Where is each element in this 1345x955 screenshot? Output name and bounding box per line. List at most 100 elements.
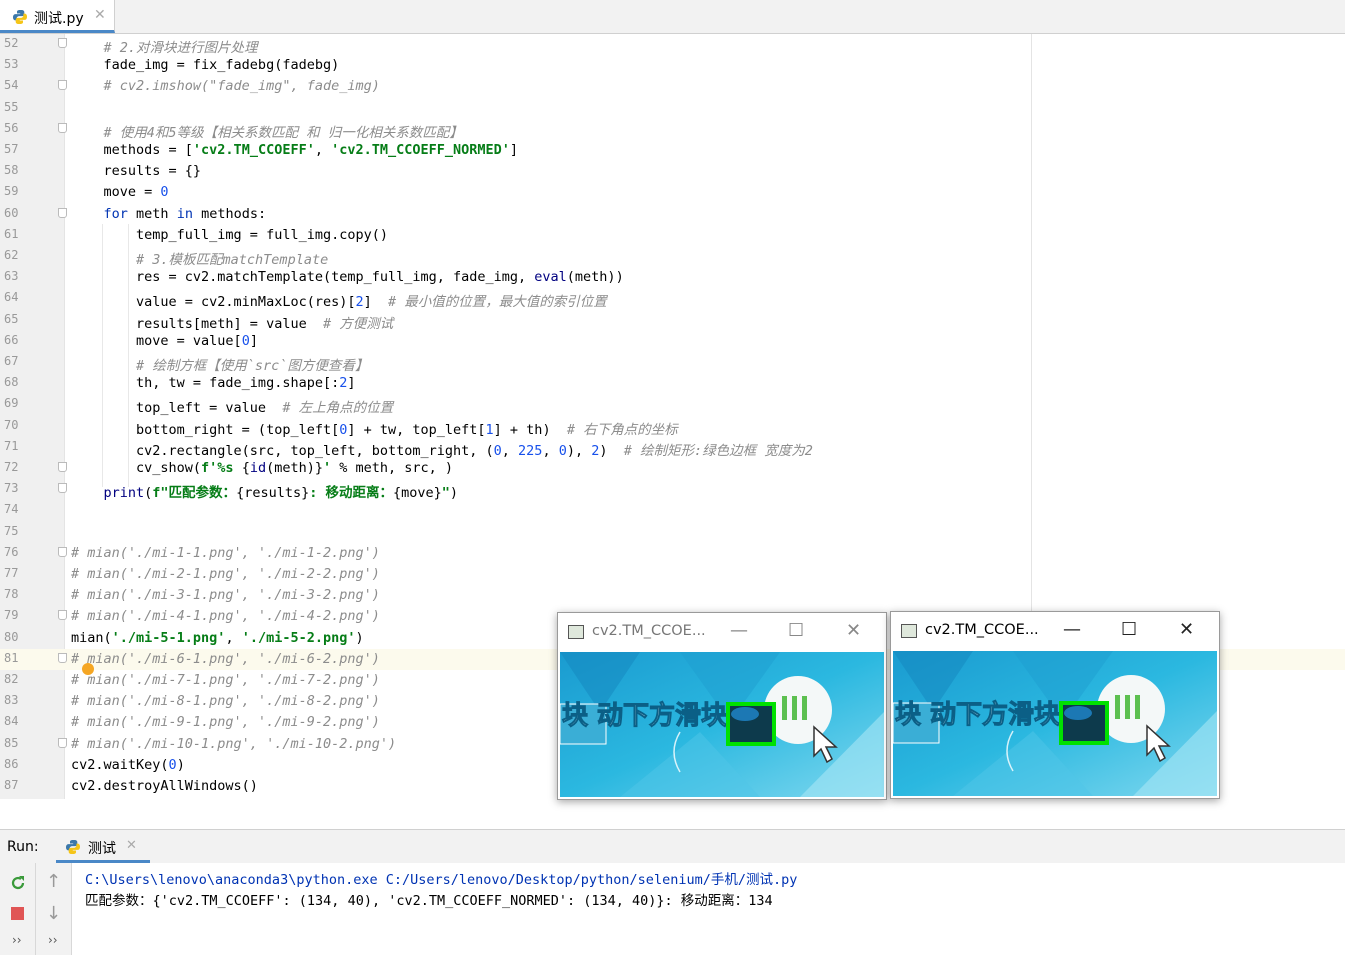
code-text: fade_img = fix_fadebg(fadebg)	[71, 57, 340, 74]
minimize-button[interactable]: —	[1063, 619, 1081, 640]
code-line[interactable]: 76 # mian('./mi-1-1.png', './mi-1-2.png')	[0, 543, 1345, 564]
fold-marker-icon[interactable]	[58, 80, 67, 91]
line-number: 73	[4, 481, 19, 496]
code-line[interactable]: 57 methods = ['cv2.TM_CCOEFF', 'cv2.TM_C…	[0, 140, 1345, 161]
rerun-icon[interactable]	[9, 874, 27, 892]
close-button[interactable]: ✕	[846, 620, 861, 641]
code-line[interactable]: 67 # 绘制方框【使用`src`图方便查看】	[0, 352, 1345, 374]
code-line[interactable]: 65 results[meth] = value # 方便测试	[0, 310, 1345, 332]
code-line[interactable]: 56 # 使用4和5等级【相关系数匹配 和 归一化相关系数匹配】	[0, 119, 1345, 141]
line-number: 80	[4, 629, 19, 644]
close-button[interactable]: ✕	[1179, 619, 1194, 640]
cv-window[interactable]: cv2.TM_CCOE... — ☐ ✕ 块 动下方滑块	[890, 611, 1220, 799]
code-line[interactable]: 74	[0, 500, 1345, 521]
maximize-button[interactable]: ☐	[788, 620, 804, 641]
code-text: # mian('./mi-9-1.png', './mi-9-2.png')	[71, 714, 380, 731]
code-line[interactable]: 64 value = cv2.minMaxLoc(res)[2] # 最小值的位…	[0, 288, 1345, 311]
stop-icon[interactable]	[11, 907, 24, 920]
fold-marker-icon[interactable]	[58, 610, 67, 621]
code-line[interactable]: 58 results = {}	[0, 161, 1345, 182]
line-number: 81	[4, 650, 19, 665]
line-number: 53	[4, 57, 19, 72]
code-text: # mian('./mi-6-1.png', './mi-6-2.png')	[71, 650, 380, 667]
fold-marker-icon[interactable]	[58, 462, 67, 472]
line-number: 61	[4, 226, 19, 241]
code-line[interactable]: 52 # 2.对滑块进行图片处理	[0, 34, 1345, 56]
close-tab-icon[interactable]: ✕	[94, 7, 106, 23]
code-line[interactable]: 66 move = value[0]	[0, 331, 1345, 352]
fold-marker-icon[interactable]	[58, 652, 67, 663]
fold-marker-icon[interactable]	[58, 546, 67, 557]
line-number: 68	[4, 375, 19, 390]
arrow-up-icon[interactable]: ↑	[46, 871, 61, 892]
line-number: 87	[4, 778, 19, 792]
run-console[interactable]: C:\Users\lenovo\anaconda3\python.exe C:/…	[72, 863, 1345, 955]
cv-window-titlebar[interactable]: cv2.TM_CCOE... — ☐ ✕	[891, 612, 1219, 650]
line-number: 58	[4, 163, 19, 178]
line-number: 56	[4, 120, 19, 135]
cv-window-title: cv2.TM_CCOE...	[592, 623, 706, 639]
code-line[interactable]: 70 bottom_right = (top_left[0] + tw, top…	[0, 416, 1345, 438]
code-line[interactable]: 75	[0, 522, 1345, 543]
run-label: Run:	[7, 839, 39, 855]
window-app-icon	[901, 624, 917, 638]
more-actions-icon[interactable]: ››	[12, 933, 22, 947]
cv-window-title: cv2.TM_CCOE...	[925, 622, 1039, 638]
line-number: 79	[4, 608, 19, 623]
code-text: value = cv2.minMaxLoc(res)[2] # 最小值的位置，最…	[71, 294, 607, 311]
arrow-down-icon[interactable]: ↓	[46, 903, 61, 924]
cv-window[interactable]: cv2.TM_CCOE... — ☐ ✕ 块 动下方滑块	[557, 612, 887, 800]
code-line[interactable]: 61 temp_full_img = full_img.copy()	[0, 225, 1345, 246]
line-number: 72	[4, 460, 19, 474]
code-line[interactable]: 72 cv_show(f'%s {id(meth)}' % meth, src,…	[0, 458, 1345, 479]
line-number: 76	[4, 544, 19, 559]
fold-marker-icon[interactable]	[58, 737, 67, 748]
code-text: # mian('./mi-1-1.png', './mi-1-2.png')	[71, 544, 380, 561]
editor-tab-bar: 测试.py ✕	[0, 0, 1345, 34]
file-tab[interactable]: 测试.py ✕	[0, 0, 115, 33]
fold-marker-icon[interactable]	[58, 207, 67, 218]
code-text: # mian('./mi-8-1.png', './mi-8-2.png')	[71, 693, 380, 710]
code-line[interactable]: 68 th, tw = fade_img.shape[:2]	[0, 373, 1345, 394]
line-number: 60	[4, 205, 19, 220]
run-tab[interactable]: 测试 ✕	[56, 830, 150, 863]
code-line[interactable]: 62 # 3.模板匹配matchTemplate	[0, 246, 1345, 268]
maximize-button[interactable]: ☐	[1121, 619, 1137, 640]
code-line[interactable]: 55	[0, 98, 1345, 119]
code-text: # cv2.imshow("fade_img", fade_img)	[103, 78, 380, 95]
code-text: temp_full_img = full_img.copy()	[71, 226, 388, 243]
code-line[interactable]: 78 # mian('./mi-3-1.png', './mi-3-2.png')	[0, 585, 1345, 606]
line-number: 78	[4, 587, 19, 602]
close-run-tab-icon[interactable]: ✕	[126, 838, 137, 853]
file-tab-label: 测试.py	[34, 11, 84, 27]
code-line[interactable]: 69 top_left = value # 左上角点的位置	[0, 394, 1345, 416]
line-number: 83	[4, 693, 19, 708]
python-file-icon	[13, 10, 27, 24]
code-line[interactable]: 54 # cv2.imshow("fade_img", fade_img)	[0, 76, 1345, 97]
code-line[interactable]: 53 fade_img = fix_fadebg(fadebg)	[0, 55, 1345, 76]
more-actions-icon[interactable]: ››	[48, 933, 58, 947]
code-text: results[meth] = value # 方便测试	[71, 315, 394, 332]
code-line[interactable]: 63 res = cv2.matchTemplate(temp_full_img…	[0, 267, 1345, 288]
code-line[interactable]: 60 for meth in methods:	[0, 204, 1345, 225]
svg-text:块 动下方滑块: 块 动下方滑块	[895, 699, 1060, 730]
line-number: 67	[4, 354, 19, 368]
code-line[interactable]: 71 cv2.rectangle(src, top_left, bottom_r…	[0, 437, 1345, 459]
code-line[interactable]: 77 # mian('./mi-2-1.png', './mi-2-2.png')	[0, 564, 1345, 585]
fold-marker-icon[interactable]	[58, 122, 67, 133]
console-line: 匹配参数：{'cv2.TM_CCOEFF': (134, 40), 'cv2.T…	[85, 893, 773, 909]
cv-window-titlebar[interactable]: cv2.TM_CCOE... — ☐ ✕	[558, 613, 886, 651]
line-number: 74	[4, 502, 19, 517]
code-line[interactable]: 59 move = 0	[0, 182, 1345, 203]
captcha-drawing: 块 动下方滑块	[893, 651, 1217, 796]
minimize-button[interactable]: —	[730, 620, 748, 641]
code-line[interactable]: 73 print(f"匹配参数：{results}: 移动距离：{move}")	[0, 479, 1345, 501]
fold-marker-icon[interactable]	[58, 38, 67, 48]
code-text: # 2.对滑块进行图片处理	[103, 40, 258, 56]
bulb-icon[interactable]	[82, 663, 94, 675]
code-text: # 使用4和5等级【相关系数匹配 和 归一化相关系数匹配】	[103, 124, 463, 141]
code-text: cv2.waitKey(0)	[71, 756, 185, 773]
fold-marker-icon[interactable]	[58, 483, 67, 494]
run-tab-label: 测试	[88, 841, 116, 857]
line-number: 66	[4, 332, 19, 347]
